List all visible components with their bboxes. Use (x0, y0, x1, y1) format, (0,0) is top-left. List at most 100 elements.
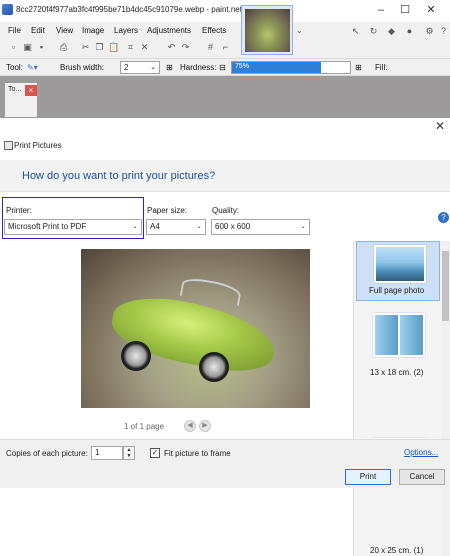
brush-width-value: 2 (124, 63, 129, 72)
paintnet-app-icon (2, 4, 13, 15)
copies-label: Copies of each picture: (6, 449, 88, 458)
printer-icon (4, 141, 13, 150)
layout-label: 20 x 25 cm. (1) (370, 546, 424, 555)
history-toggle-icon[interactable]: ↻ (368, 26, 379, 37)
chevron-down-icon[interactable]: ⌄ (296, 26, 303, 35)
hardness-slider[interactable]: 75% (231, 61, 351, 74)
copy-icon[interactable]: ❐ (94, 42, 105, 53)
print-button[interactable]: Print (345, 469, 391, 485)
deselect-icon[interactable]: ✕ (139, 42, 150, 53)
new-image-icon[interactable]: ▫ (8, 42, 19, 53)
menu-effects[interactable]: Effects (202, 26, 226, 35)
printer-value: Microsoft Print to PDF (8, 222, 87, 231)
tools-window[interactable]: To... × (4, 82, 38, 118)
menu-layers[interactable]: Layers (114, 26, 138, 35)
close-icon[interactable]: ✕ (435, 119, 445, 133)
copies-value: 1 (95, 448, 100, 457)
printer-label: Printer: (6, 206, 32, 215)
title-bar: 8cc2720f4f977ab3fc4f995be71b4dc45c91079e… (0, 0, 450, 22)
brush-width-label: Brush width: (60, 63, 105, 72)
print-icon[interactable]: ⎙ (58, 42, 69, 53)
fit-to-frame-checkbox[interactable]: ✓ (150, 448, 160, 458)
menu-image[interactable]: Image (82, 26, 104, 35)
layout-scrollbar[interactable] (441, 241, 450, 556)
redo-icon[interactable]: ↷ (180, 42, 191, 53)
help-icon[interactable]: ? (438, 212, 449, 223)
canvas-area: To... × (0, 76, 450, 118)
layout-label: 13 x 18 cm. (2) (370, 368, 424, 377)
paintbrush-icon[interactable]: ✎▾ (27, 63, 38, 72)
layers-toggle-icon[interactable]: ◆ (386, 26, 397, 37)
tools-window-title: To... (8, 86, 22, 93)
grid-icon[interactable]: # (205, 42, 216, 53)
fit-to-frame-label: Fit picture to frame (164, 449, 231, 458)
maximize-button[interactable]: ☐ (396, 3, 414, 17)
tool-options-bar: Tool: ✎▾ Brush width: 2 ⌄ ⊞ Hardness: ⊟ … (0, 58, 450, 76)
image-thumbnail (245, 9, 290, 52)
chevron-down-icon[interactable]: ⌄ (150, 62, 156, 73)
brush-width-input[interactable]: 2 ⌄ (120, 61, 160, 74)
window-title: 8cc2720f4f977ab3fc4f995be71b4dc45c91079e… (16, 5, 256, 14)
gear-icon[interactable]: ⚙ (424, 26, 435, 37)
quality-select[interactable]: 600 x 600 ⌄ (211, 219, 310, 235)
chevron-down-icon: ⌄ (300, 223, 306, 230)
main-toolbar: ▫ ▣ ▪ ⎙ ✂ ❐ 📋 ⌗ ✕ ↶ ↷ # ⌐ (0, 40, 240, 56)
quality-label: Quality: (212, 206, 240, 215)
page-count: 1 of 1 page (124, 422, 165, 431)
paper-size-label: Paper size: (147, 206, 188, 215)
minimize-button[interactable]: – (372, 3, 390, 17)
increase-icon[interactable]: ⊞ (355, 63, 362, 72)
next-page-icon[interactable]: ▶ (199, 420, 211, 432)
cut-icon[interactable]: ✂ (80, 42, 91, 53)
tool-label: Tool: (6, 63, 23, 72)
menu-edit[interactable]: Edit (31, 26, 45, 35)
save-icon[interactable]: ▪ (36, 42, 47, 53)
layout-item-full-page[interactable]: Full page photo (356, 241, 440, 301)
hardness-label: Hardness: (180, 63, 217, 72)
decrease-icon[interactable]: ⊟ (219, 63, 226, 72)
paste-icon[interactable]: 📋 (108, 42, 119, 53)
menu-bar: File Edit View Image Layers Adjustments … (0, 22, 240, 40)
ruler-icon[interactable]: ⌐ (220, 42, 231, 53)
image-thumbnail-tab[interactable] (241, 5, 293, 55)
open-icon[interactable]: ▣ (22, 42, 33, 53)
increase-icon[interactable]: ⊞ (166, 63, 173, 72)
layout-thumbnail (374, 245, 426, 283)
header-band: How do you want to print your pictures? (0, 160, 450, 192)
paper-size-select[interactable]: A4 ⌄ (146, 219, 206, 235)
copies-stepper[interactable]: ▲ ▼ (123, 446, 135, 460)
printer-select[interactable]: Microsoft Print to PDF ⌄ (4, 219, 142, 235)
page-heading: How do you want to print your pictures? (22, 170, 216, 182)
menu-adjustments[interactable]: Adjustments (147, 26, 191, 35)
copies-input[interactable]: 1 (91, 446, 123, 460)
car-wheel (199, 352, 229, 382)
previous-page-icon[interactable]: ◀ (184, 420, 196, 432)
close-window-button[interactable]: ✕ (422, 3, 440, 17)
dialog-title: Print Pictures (14, 141, 62, 150)
options-link[interactable]: Options... (404, 448, 438, 457)
menu-file[interactable]: File (8, 26, 21, 35)
layout-list: Full page photo 13 x 18 cm. (2) 20 x 25 … (353, 241, 450, 556)
help-toggle-icon[interactable]: ? (438, 26, 449, 37)
chevron-down-icon: ⌄ (196, 223, 202, 230)
cancel-button[interactable]: Cancel (399, 469, 445, 485)
window-toggles: ↖ ↻ ◆ ● ⚙ ? (348, 24, 450, 40)
paper-size-value: A4 (150, 222, 160, 231)
chevron-down-icon: ⌄ (132, 223, 138, 230)
fill-label: Fill: (375, 63, 388, 72)
print-preview-image (81, 249, 310, 408)
crop-icon[interactable]: ⌗ (125, 42, 136, 53)
car-wheel (121, 341, 151, 371)
dialog-footer: Copies of each picture: 1 ▲ ▼ ✓ Fit pictu… (0, 439, 450, 488)
paintnet-window: 8cc2720f4f977ab3fc4f995be71b4dc45c91079e… (0, 0, 450, 118)
layout-label: Full page photo (369, 286, 425, 295)
tools-toggle-icon[interactable]: ↖ (350, 26, 361, 37)
layout-thumbnail (373, 313, 425, 357)
quality-value: 600 x 600 (215, 222, 251, 231)
print-pictures-dialog: ✕ Print Pictures How do you want to prin… (0, 118, 450, 556)
scroll-thumb[interactable] (442, 251, 449, 321)
undo-icon[interactable]: ↶ (166, 42, 177, 53)
close-icon[interactable]: × (25, 85, 37, 96)
menu-view[interactable]: View (56, 26, 73, 35)
colors-toggle-icon[interactable]: ● (404, 26, 415, 37)
